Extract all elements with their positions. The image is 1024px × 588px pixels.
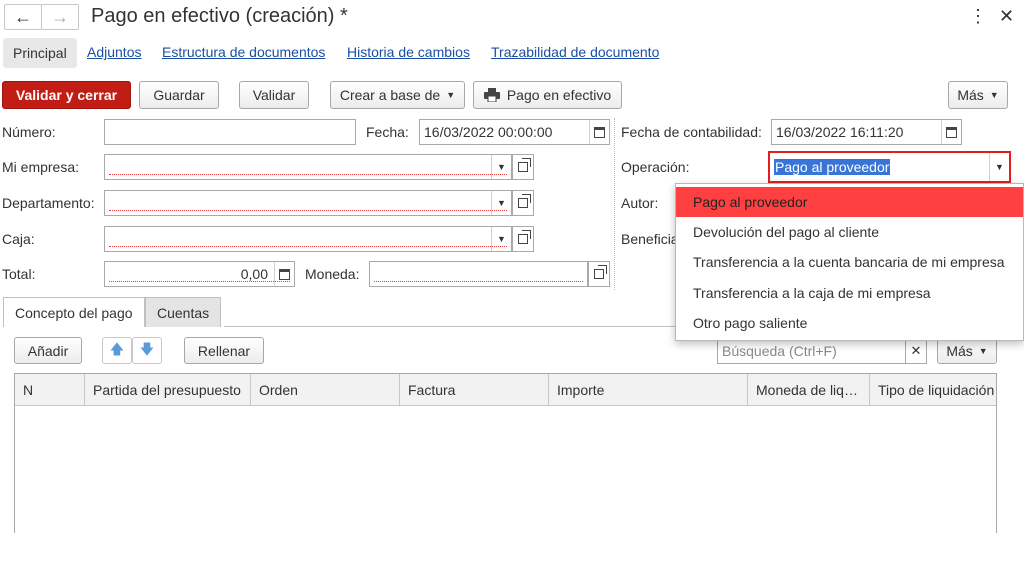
calculator-icon[interactable] [274,262,294,286]
validate-close-button[interactable]: Validar y cerrar [2,81,131,109]
chevron-down-icon[interactable]: ▼ [491,191,511,215]
calendar-icon[interactable] [941,120,961,144]
option-transferencia-caja[interactable]: Transferencia a la caja de mi empresa [676,278,1023,308]
move-down-button[interactable]: 🡇 [132,337,162,364]
tab-concepto-pago[interactable]: Concepto del pago [3,297,145,327]
print-cash-payment-button[interactable]: Pago en efectivo [473,81,622,109]
arrow-left-icon: ← [14,6,32,27]
caja-label: Caja: [2,231,35,247]
total-input[interactable]: 0,00 [104,261,295,287]
numero-label: Número: [2,124,56,140]
numero-input[interactable] [104,119,356,145]
tab-trazabilidad[interactable]: Trazabilidad de documento [491,44,659,60]
operacion-field[interactable]: Pago al proveedor ▼ [768,151,1011,183]
fecha-input[interactable]: 16/03/2022 00:00:00 [419,119,610,145]
arrow-right-icon: → [51,6,69,27]
payment-concept-table[interactable]: N Partida del presupuesto Orden Factura … [14,373,997,533]
chevron-down-icon[interactable]: ▼ [491,155,511,179]
validate-button[interactable]: Validar [239,81,309,109]
printer-icon [483,88,500,102]
column-header-moneda-liq[interactable]: Moneda de liq… [748,374,870,406]
open-icon[interactable] [512,226,534,252]
departamento-label: Departamento: [2,195,95,211]
tab-adjuntos[interactable]: Adjuntos [87,44,141,60]
operacion-label: Operación: [621,159,690,175]
table-more-button[interactable]: Más ▼ [937,338,997,364]
column-header-partida[interactable]: Partida del presupuesto [85,374,251,406]
more-options-icon[interactable]: ⋮ [969,6,987,27]
column-header-tipo-liquidacion[interactable]: Tipo de liquidación [870,374,996,406]
page-title: Pago en efectivo (creación) * [91,5,348,27]
fecha-contabilidad-input[interactable]: 16/03/2022 16:11:20 [771,119,962,145]
chevron-down-icon[interactable]: ▼ [989,153,1009,181]
mi-empresa-label: Mi empresa: [2,159,80,175]
open-icon[interactable] [588,261,610,287]
chevron-down-icon[interactable]: ▼ [491,227,511,251]
close-icon[interactable]: ✕ [999,6,1014,27]
column-header-orden[interactable]: Orden [251,374,400,406]
tab-principal[interactable]: Principal [3,38,77,68]
arrow-up-icon: 🡅 [109,340,125,357]
back-button[interactable]: ← [4,4,42,30]
forward-button[interactable]: → [41,4,79,30]
save-button[interactable]: Guardar [139,81,219,109]
calendar-icon[interactable] [589,120,609,144]
chevron-down-icon: ▼ [446,90,456,100]
moneda-field[interactable] [369,261,588,287]
tab-historia-cambios[interactable]: Historia de cambios [347,44,470,60]
option-pago-proveedor[interactable]: Pago al proveedor [676,187,1023,217]
create-based-on-button[interactable]: Crear a base de ▼ [330,81,465,109]
tab-baseline [224,326,676,327]
column-header-factura[interactable]: Factura [400,374,549,406]
add-button[interactable]: Añadir [14,337,82,364]
move-up-button[interactable]: 🡅 [102,337,132,364]
clear-search-icon[interactable]: ✕ [905,338,927,364]
more-button[interactable]: Más ▼ [948,81,1008,109]
tab-estructura-documentos[interactable]: Estructura de documentos [162,44,325,60]
option-devolucion-cliente[interactable]: Devolución del pago al cliente [676,217,1023,247]
table-header: N Partida del presupuesto Orden Factura … [15,374,996,406]
moneda-label: Moneda: [305,266,360,282]
fecha-label: Fecha: [366,124,409,140]
option-transferencia-cuenta[interactable]: Transferencia a la cuenta bancaria de mi… [676,247,1023,277]
column-header-n[interactable]: N [15,374,85,406]
caja-field[interactable]: ▼ [104,226,512,252]
beneficiario-label: Beneficia [621,231,679,247]
departamento-field[interactable]: ▼ [104,190,512,216]
tab-cuentas[interactable]: Cuentas [145,297,222,327]
chevron-down-icon: ▼ [978,346,988,356]
chevron-down-icon: ▼ [989,90,999,100]
fill-button[interactable]: Rellenar [184,337,264,364]
column-header-importe[interactable]: Importe [549,374,748,406]
autor-label: Autor: [621,195,659,211]
open-icon[interactable] [512,190,534,216]
open-icon[interactable] [512,154,534,180]
arrow-down-icon: 🡇 [139,340,155,357]
operacion-dropdown[interactable]: Pago al proveedor Devolución del pago al… [675,183,1024,341]
total-label: Total: [2,266,36,282]
column-divider [614,118,615,290]
mi-empresa-field[interactable]: ▼ [104,154,512,180]
search-input[interactable]: Búsqueda (Ctrl+F) [717,338,906,364]
option-otro-pago[interactable]: Otro pago saliente [676,308,1023,338]
fecha-contabilidad-label: Fecha de contabilidad: [621,124,762,140]
